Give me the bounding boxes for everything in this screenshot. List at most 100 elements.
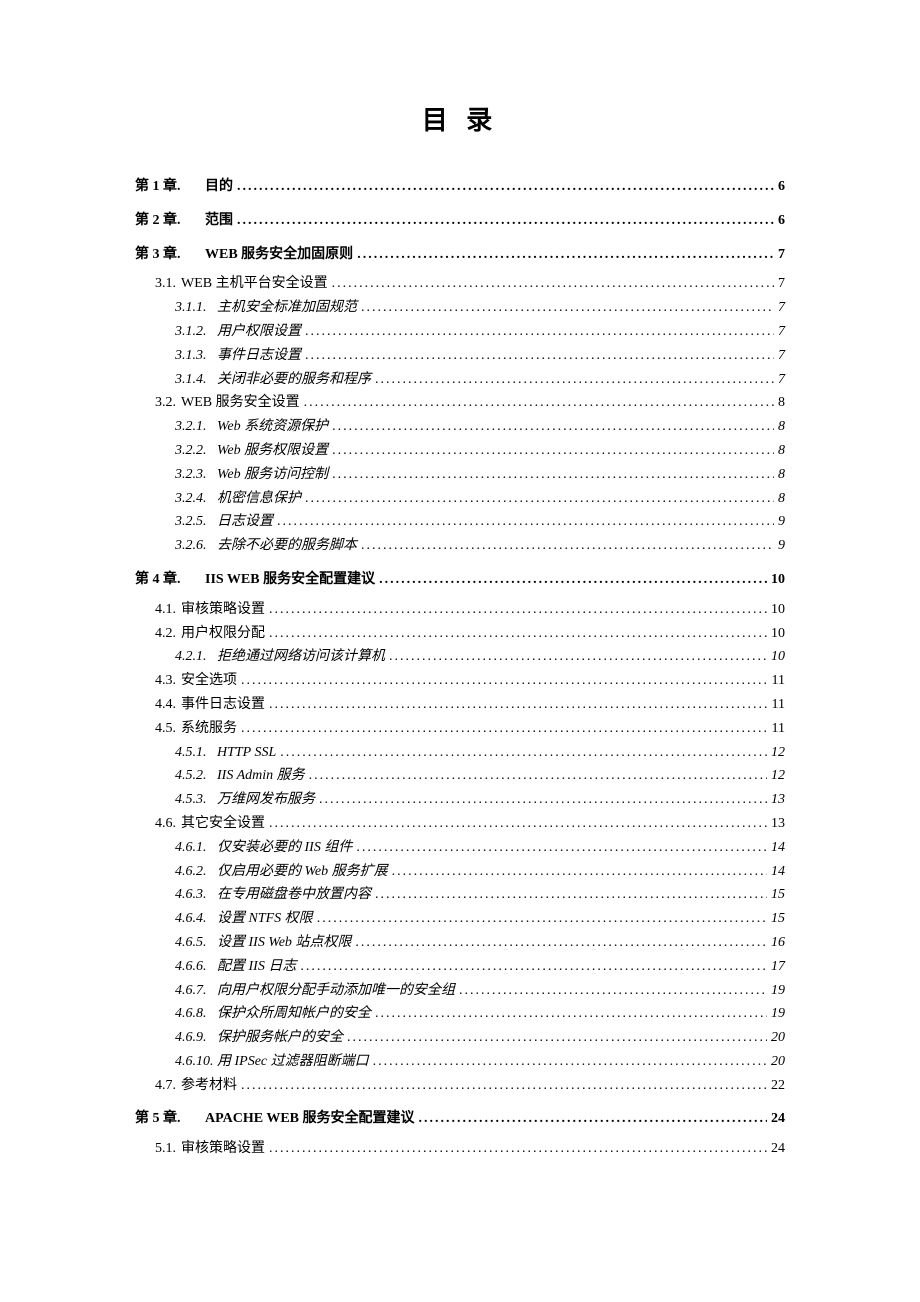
toc-entry-number: 4.6.9. bbox=[135, 1026, 217, 1050]
toc-leader-dots bbox=[389, 645, 767, 669]
toc-entry-number: 3.1.1. bbox=[135, 296, 217, 320]
toc-entry-number: 4.6.7. bbox=[135, 979, 217, 1003]
toc-entry[interactable]: 4.6.1.仅安装必要的 IIS 组件14 bbox=[135, 836, 785, 860]
toc-entry-page: 7 bbox=[774, 272, 785, 296]
toc-entry-page: 11 bbox=[768, 717, 785, 741]
toc-entry[interactable]: 3.1.3.事件日志设置7 bbox=[135, 344, 785, 368]
toc-entry[interactable]: 4.6.5.设置 IIS Web 站点权限 16 bbox=[135, 931, 785, 955]
toc-entry[interactable]: 3.2.1.Web 系统资源保护8 bbox=[135, 415, 785, 439]
toc-entry-title: 设置 NTFS 权限 bbox=[217, 907, 317, 931]
toc-entry[interactable]: 3.2.5.日志设置9 bbox=[135, 510, 785, 534]
toc-entry[interactable]: 3.2.WEB 服务安全设置8 bbox=[135, 391, 785, 415]
toc-entry[interactable]: 4.6.8.保护众所周知帐户的安全 19 bbox=[135, 1002, 785, 1026]
toc-leader-dots bbox=[332, 463, 774, 487]
toc-entry-title: 保护众所周知帐户的安全 bbox=[217, 1002, 375, 1026]
toc-entry[interactable]: 4.6.4.设置 NTFS 权限15 bbox=[135, 907, 785, 931]
toc-entry[interactable]: 4.6.2.仅启用必要的 Web 服务扩展14 bbox=[135, 860, 785, 884]
toc-entry-title: 其它安全设置 bbox=[181, 812, 269, 836]
toc-entry-title: 向用户权限分配手动添加唯一的安全组 bbox=[217, 979, 459, 1003]
toc-entry-number: 4.4. bbox=[135, 693, 181, 717]
toc-entry[interactable]: 5.1.审核策略设置24 bbox=[135, 1137, 785, 1161]
toc-entry-number: 3.1. bbox=[135, 272, 181, 296]
toc-entry[interactable]: 第 5 章.APACHE WEB 服务安全配置建议24 bbox=[135, 1107, 785, 1131]
toc-entry-page: 12 bbox=[767, 764, 785, 788]
toc-entry-page: 11 bbox=[768, 669, 785, 693]
toc-entry[interactable]: 3.2.2.Web 服务权限设置 8 bbox=[135, 439, 785, 463]
toc-entry-title: 仅安装必要的 IIS 组件 bbox=[217, 836, 356, 860]
toc-leader-dots bbox=[305, 487, 774, 511]
toc-leader-dots bbox=[361, 296, 774, 320]
toc-entry[interactable]: 3.2.4.机密信息保护8 bbox=[135, 487, 785, 511]
toc-leader-dots bbox=[269, 622, 767, 646]
toc-entry-title: 万维网发布服务 bbox=[217, 788, 319, 812]
toc-entry-number: 4.5.2. bbox=[135, 764, 217, 788]
toc-entry-title: 目的 bbox=[205, 175, 237, 199]
toc-entry-title: WEB 服务安全加固原则 bbox=[205, 243, 357, 267]
toc-entry[interactable]: 第 3 章.WEB 服务安全加固原则7 bbox=[135, 243, 785, 267]
toc-entry-page: 14 bbox=[767, 836, 785, 860]
toc-leader-dots bbox=[375, 883, 767, 907]
toc-entry[interactable]: 4.1.审核策略设置10 bbox=[135, 598, 785, 622]
toc-entry[interactable]: 第 4 章.IIS WEB 服务安全配置建议10 bbox=[135, 568, 785, 592]
toc-leader-dots bbox=[237, 209, 774, 233]
toc-entry[interactable]: 3.1.4.关闭非必要的服务和程序7 bbox=[135, 368, 785, 392]
toc-entry-title: Web 系统资源保护 bbox=[217, 415, 332, 439]
toc-entry[interactable]: 4.5.3.万维网发布服务13 bbox=[135, 788, 785, 812]
toc-entry-title: 审核策略设置 bbox=[181, 598, 269, 622]
toc-entry[interactable]: 3.1.WEB 主机平台安全设置 7 bbox=[135, 272, 785, 296]
toc-entry-page: 16 bbox=[767, 931, 785, 955]
toc-entry-title: 设置 IIS Web 站点权限 bbox=[217, 931, 355, 955]
toc-entry-title: 用 IPSec 过滤器阻断端口 bbox=[217, 1050, 373, 1074]
toc-leader-dots bbox=[355, 931, 767, 955]
toc-entry-page: 8 bbox=[774, 415, 785, 439]
toc-entry[interactable]: 4.4.事件日志设置11 bbox=[135, 693, 785, 717]
toc-entry-page: 15 bbox=[767, 907, 785, 931]
toc-entry[interactable]: 第 1 章.目的6 bbox=[135, 175, 785, 199]
toc-entry-page: 8 bbox=[774, 439, 785, 463]
toc-entry-number: 4.3. bbox=[135, 669, 181, 693]
toc-entry-page: 24 bbox=[767, 1107, 785, 1131]
toc-leader-dots bbox=[241, 669, 768, 693]
toc-entry[interactable]: 4.3.安全选项 11 bbox=[135, 669, 785, 693]
toc-entry-page: 22 bbox=[767, 1074, 785, 1098]
toc-entry[interactable]: 4.6.7.向用户权限分配手动添加唯一的安全组19 bbox=[135, 979, 785, 1003]
toc-entry-number: 3.1.2. bbox=[135, 320, 217, 344]
toc-entry-number: 4.2. bbox=[135, 622, 181, 646]
toc-entry[interactable]: 4.5.1.HTTP SSL12 bbox=[135, 741, 785, 765]
toc-entry[interactable]: 4.5.系统服务11 bbox=[135, 717, 785, 741]
toc-entry[interactable]: 4.6.10.用 IPSec 过滤器阻断端口20 bbox=[135, 1050, 785, 1074]
toc-entry-page: 10 bbox=[767, 622, 785, 646]
toc-leader-dots bbox=[332, 439, 774, 463]
toc-entry[interactable]: 4.5.2.IIS Admin 服务12 bbox=[135, 764, 785, 788]
toc-entry[interactable]: 4.6.3.在专用磁盘卷中放置内容15 bbox=[135, 883, 785, 907]
toc-entry-number: 4.6.2. bbox=[135, 860, 217, 884]
toc-entry[interactable]: 4.2.用户权限分配10 bbox=[135, 622, 785, 646]
toc-entry-title: 事件日志设置 bbox=[217, 344, 305, 368]
toc-entry[interactable]: 3.2.3.Web 服务访问控制8 bbox=[135, 463, 785, 487]
toc-entry[interactable]: 4.6.9.保护服务帐户的安全20 bbox=[135, 1026, 785, 1050]
toc-entry-page: 19 bbox=[767, 1002, 785, 1026]
toc-entry[interactable]: 4.2.1.拒绝通过网络访问该计算机10 bbox=[135, 645, 785, 669]
toc-leader-dots bbox=[419, 1107, 768, 1131]
toc-entry[interactable]: 4.6.其它安全设置13 bbox=[135, 812, 785, 836]
toc-entry-title: Web 服务权限设置 bbox=[217, 439, 332, 463]
toc-entry[interactable]: 4.6.6.配置 IIS 日志17 bbox=[135, 955, 785, 979]
toc-entry-title: 安全选项 bbox=[181, 669, 241, 693]
toc-entry[interactable]: 4.7.参考材料22 bbox=[135, 1074, 785, 1098]
toc-entry[interactable]: 3.2.6.去除不必要的服务脚本9 bbox=[135, 534, 785, 558]
toc-entry[interactable]: 第 2 章.范围6 bbox=[135, 209, 785, 233]
toc-entry-title: WEB 主机平台安全设置 bbox=[181, 272, 332, 296]
toc-entry-number: 4.5.1. bbox=[135, 741, 217, 765]
toc-entry-number: 3.2.2. bbox=[135, 439, 217, 463]
toc-entry-number: 第 3 章. bbox=[135, 243, 205, 267]
toc-entry[interactable]: 3.1.2.用户权限设置7 bbox=[135, 320, 785, 344]
toc-entry-number: 4.6.5. bbox=[135, 931, 217, 955]
toc-entry-title: 机密信息保护 bbox=[217, 487, 305, 511]
toc-entry-title: Web 服务访问控制 bbox=[217, 463, 332, 487]
toc-entry-number: 4.6.6. bbox=[135, 955, 217, 979]
toc-leader-dots bbox=[300, 955, 767, 979]
toc-entry[interactable]: 3.1.1.主机安全标准加固规范7 bbox=[135, 296, 785, 320]
toc-entry-number: 4.6.8. bbox=[135, 1002, 217, 1026]
toc-entry-title: 系统服务 bbox=[181, 717, 241, 741]
toc-entry-page: 9 bbox=[774, 534, 785, 558]
